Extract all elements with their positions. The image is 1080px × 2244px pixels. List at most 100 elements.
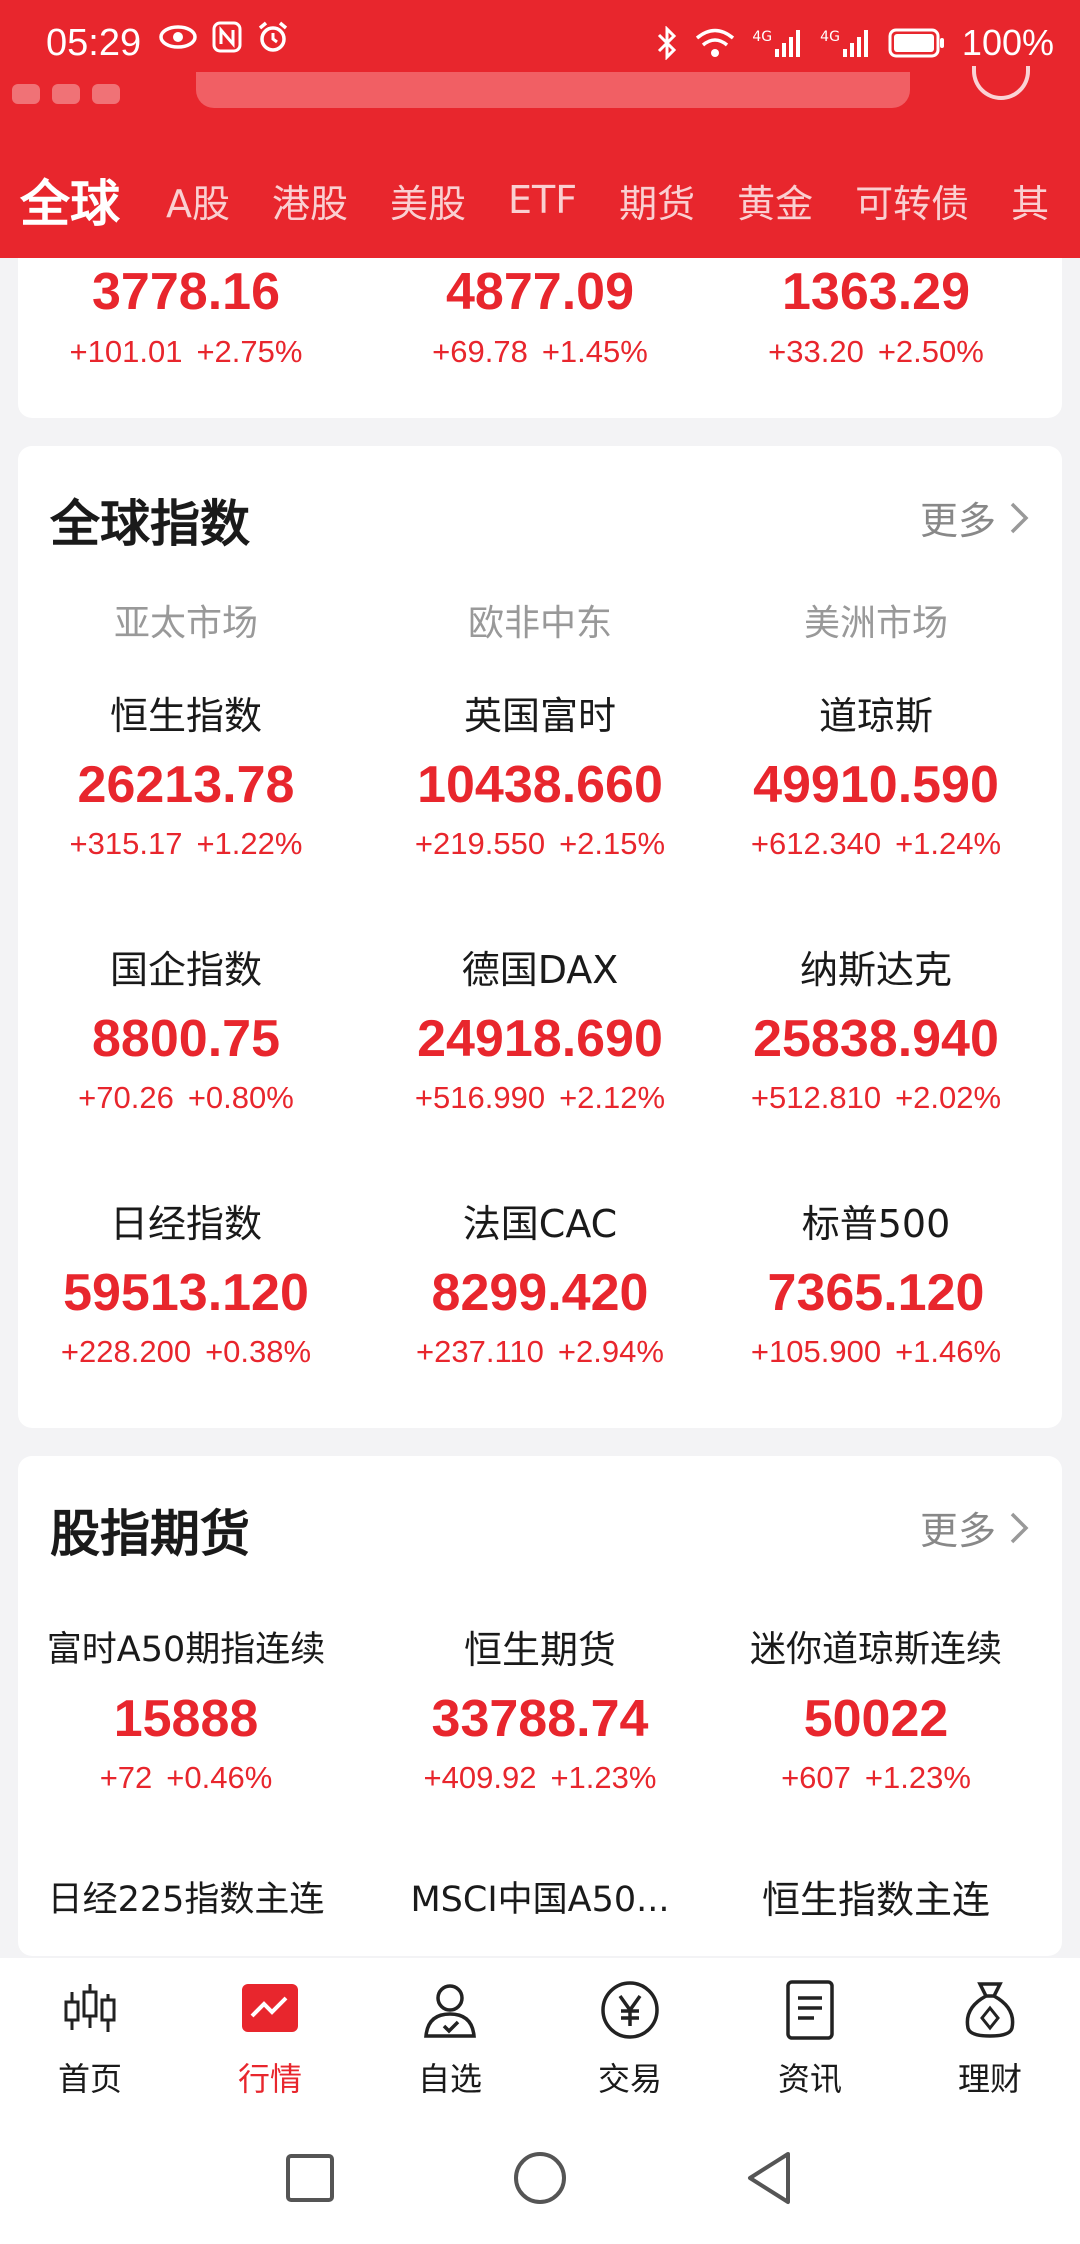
tab-etf[interactable]: ETF <box>508 178 577 222</box>
news-document-icon <box>786 1980 834 2040</box>
search-bar[interactable] <box>196 72 910 108</box>
index-item-ftse[interactable]: 英国富时 10438.660 +219.550 +2.15% <box>372 690 708 862</box>
index-name: 英国富时 <box>463 694 616 738</box>
top-index-item[interactable]: 3778.16 +101.01 +2.75% <box>18 262 354 370</box>
index-name: 恒生指数 <box>109 694 262 738</box>
tab-hk-stocks[interactable]: 港股 <box>272 173 348 228</box>
futures-name: 富时A50期指连续 <box>46 1630 326 1670</box>
nav-news[interactable]: 资讯 <box>720 1958 900 2108</box>
status-icons-right: 4G 4G 100% <box>656 22 1054 64</box>
index-item-nasdaq[interactable]: 纳斯达克 25838.940 +512.810 +2.02% <box>708 944 1044 1116</box>
index-name: 法国CAC <box>462 1202 618 1246</box>
index-change: +105.900 +1.46% <box>750 1334 1002 1369</box>
index-item-nikkei[interactable]: 日经指数 59513.120 +228.200 +0.38% <box>18 1198 354 1370</box>
candlestick-icon <box>64 1984 116 2032</box>
tab-a-shares[interactable]: A股 <box>166 173 230 228</box>
index-value: 25838.940 <box>753 1010 999 1068</box>
index-change: +512.810 +2.02% <box>750 1080 1002 1115</box>
back-triangle-icon[interactable] <box>740 2148 800 2208</box>
nav-trade[interactable]: 交易 <box>540 1958 720 2108</box>
futures-item-ftse-a50[interactable]: 富时A50期指连续 15888 +72 +0.46% <box>18 1624 354 1796</box>
header-left-icons-partial <box>12 84 162 118</box>
section-title: 股指期货 <box>50 1505 250 1563</box>
network-type-2: 4G <box>820 29 840 45</box>
index-change: +33.20 +2.50% <box>768 334 984 369</box>
futures-name: 恒生期货 <box>463 1628 616 1672</box>
yuan-coin-icon <box>601 1981 659 2039</box>
index-change: +219.550 +2.15% <box>414 826 666 861</box>
eye-icon <box>159 25 197 49</box>
money-bag-icon <box>965 1982 1015 2038</box>
index-change: +237.110 +2.94% <box>416 1334 664 1369</box>
index-name: 日经指数 <box>109 1202 262 1246</box>
tab-global[interactable]: 全球 <box>20 164 120 236</box>
index-change: +228.200 +0.38% <box>60 1334 312 1369</box>
nav-label: 资讯 <box>777 2060 842 2098</box>
futures-item-hang-seng[interactable]: 恒生期货 33788.74 +409.92 +1.23% <box>372 1624 708 1796</box>
index-item-sp500[interactable]: 标普500 7365.120 +105.900 +1.46% <box>708 1198 1044 1370</box>
recent-apps-icon[interactable] <box>280 2148 340 2208</box>
battery-icon <box>888 28 944 58</box>
tab-us-stocks[interactable]: 美股 <box>390 173 466 228</box>
index-item-dow-jones[interactable]: 道琼斯 49910.590 +612.340 +1.24% <box>708 690 1044 862</box>
more-link[interactable]: 更多 <box>920 490 1030 545</box>
futures-item-mini-dow[interactable]: 迷你道琼斯连续 50022 +607 +1.23% <box>708 1624 1044 1796</box>
top-index-item[interactable]: 1363.29 +33.20 +2.50% <box>708 262 1044 370</box>
futures-change: +607 +1.23% <box>781 1760 971 1795</box>
index-change: +101.01 +2.75% <box>69 334 303 369</box>
market-chart-icon <box>242 1984 298 2032</box>
battery-percent: 100% <box>961 22 1054 63</box>
nav-home[interactable]: 首页 <box>0 1958 180 2108</box>
avatar[interactable] <box>972 66 1030 100</box>
index-name: 道琼斯 <box>818 694 933 738</box>
nav-label: 自选 <box>417 2060 482 2098</box>
futures-item-msci-china-a50[interactable]: MSCI中国A50... <box>372 1874 708 1926</box>
futures-item-nikkei-225[interactable]: 日经225指数主连 <box>18 1874 354 1926</box>
market-tabs: 全球 A股 港股 美股 ETF 期货 黄金 可转债 其 <box>0 160 1080 240</box>
futures-name: 日经225指数主连 <box>47 1880 325 1920</box>
nav-wealth[interactable]: 理财 <box>900 1958 1080 2108</box>
status-time: 05:29 <box>46 22 142 64</box>
index-item-dax[interactable]: 德国DAX 24918.690 +516.990 +2.12% <box>372 944 708 1116</box>
futures-value: 15888 <box>113 1690 259 1748</box>
index-value: 3778.16 <box>92 263 280 321</box>
bottom-navigation: 首页 行情 自选 交易 资讯 理财 <box>0 1958 1080 2108</box>
watchlist-person-icon <box>424 1984 476 2038</box>
column-header-americas: 美洲市场 <box>803 603 948 644</box>
futures-value: 33788.74 <box>431 1690 649 1748</box>
futures-change: +72 +0.46% <box>99 1760 273 1795</box>
index-item-hscei[interactable]: 国企指数 8800.75 +70.26 +0.80% <box>18 944 354 1116</box>
nav-label: 首页 <box>57 2060 122 2098</box>
nav-label: 理财 <box>957 2060 1022 2098</box>
home-circle-icon[interactable] <box>510 2148 570 2208</box>
cellular-signal-2-icon: 4G <box>820 29 872 57</box>
nav-market[interactable]: 行情 <box>180 1958 360 2108</box>
alarm-icon <box>258 21 288 52</box>
index-item-cac[interactable]: 法国CAC 8299.420 +237.110 +2.94% <box>372 1198 708 1370</box>
futures-item-hang-seng-main[interactable]: 恒生指数主连 <box>708 1874 1044 1926</box>
index-value: 10438.660 <box>417 756 663 814</box>
top-index-item[interactable]: 4877.09 +69.78 +1.45% <box>372 262 708 370</box>
more-link[interactable]: 更多 <box>920 1500 1030 1555</box>
index-value: 8800.75 <box>92 1010 280 1068</box>
more-label: 更多 <box>919 1509 996 1553</box>
index-value: 7365.120 <box>767 1264 985 1322</box>
index-change: +70.26 +0.80% <box>78 1080 294 1115</box>
chevron-right-icon <box>1010 1512 1029 1543</box>
network-type-1: 4G <box>752 29 773 45</box>
tab-other[interactable]: 其 <box>1011 173 1049 228</box>
futures-name: 恒生指数主连 <box>761 1878 990 1922</box>
more-label: 更多 <box>919 499 996 543</box>
bluetooth-icon <box>658 26 677 60</box>
tab-convertible-bonds[interactable]: 可转债 <box>855 173 969 228</box>
index-change: +516.990 +2.12% <box>414 1080 666 1115</box>
tab-futures[interactable]: 期货 <box>619 173 695 228</box>
index-item-hang-seng[interactable]: 恒生指数 26213.78 +315.17 +1.22% <box>18 690 354 862</box>
index-name: 纳斯达克 <box>799 948 952 992</box>
index-value: 1363.29 <box>782 263 970 321</box>
index-name: 标普500 <box>801 1202 951 1246</box>
tab-gold[interactable]: 黄金 <box>737 173 813 228</box>
index-change: +612.340 +1.24% <box>750 826 1002 861</box>
nav-watchlist[interactable]: 自选 <box>360 1958 540 2108</box>
index-value: 49910.590 <box>753 756 999 814</box>
